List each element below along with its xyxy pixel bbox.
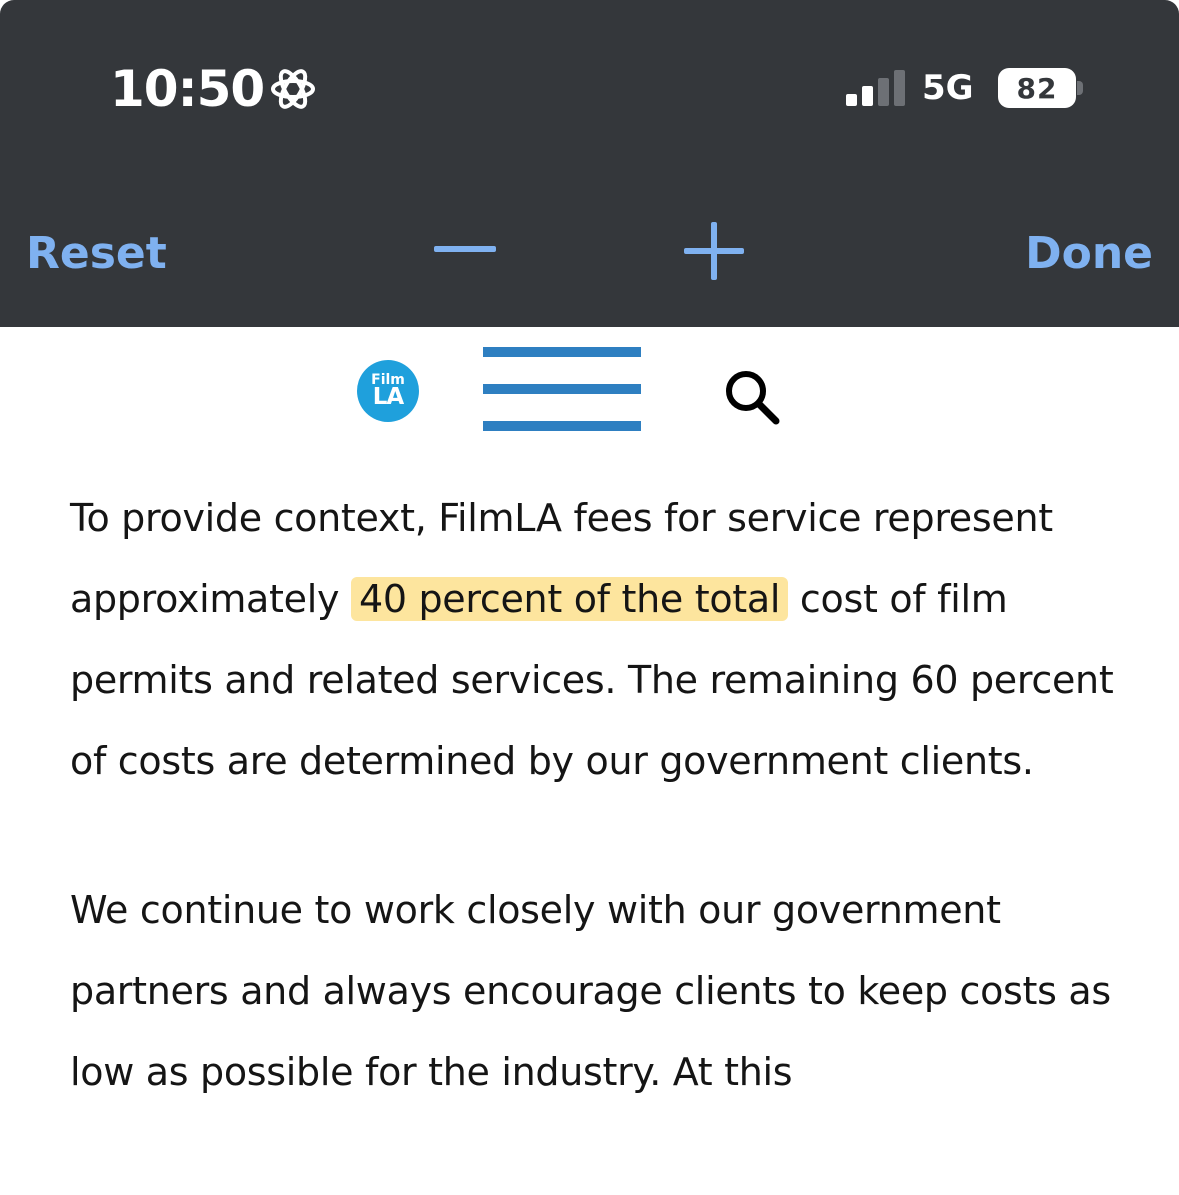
battery-cap	[1077, 81, 1083, 95]
status-bar: 10:50 5G 82	[0, 0, 1179, 180]
filmla-logo[interactable]: Film LA	[357, 360, 419, 422]
focus-mode-icon	[271, 69, 315, 109]
network-type: 5G	[922, 68, 974, 108]
reset-button[interactable]: Reset	[26, 226, 167, 282]
battery-level: 82	[1016, 71, 1058, 105]
highlighted-text: 40 percent of the total	[350, 577, 789, 621]
minus-icon[interactable]	[434, 246, 496, 252]
article-body: To provide context, FilmLA fees for serv…	[70, 478, 1130, 1113]
site-header: Film LA	[0, 327, 1179, 457]
paragraph-1: To provide context, FilmLA fees for serv…	[70, 478, 1130, 802]
hamburger-icon[interactable]	[483, 347, 641, 433]
battery-icon: 82	[998, 68, 1076, 108]
reader-zoom-panel: 10:50 5G 82 Reset Done	[0, 0, 1179, 327]
logo-line-la: LA	[372, 384, 404, 410]
search-icon[interactable]	[720, 365, 782, 427]
plus-icon[interactable]	[684, 222, 744, 280]
cellular-signal-icon	[846, 70, 905, 106]
paragraph-2: We continue to work closely with our gov…	[70, 888, 1111, 1094]
done-button[interactable]: Done	[1025, 226, 1153, 282]
clock: 10:50	[110, 60, 265, 118]
